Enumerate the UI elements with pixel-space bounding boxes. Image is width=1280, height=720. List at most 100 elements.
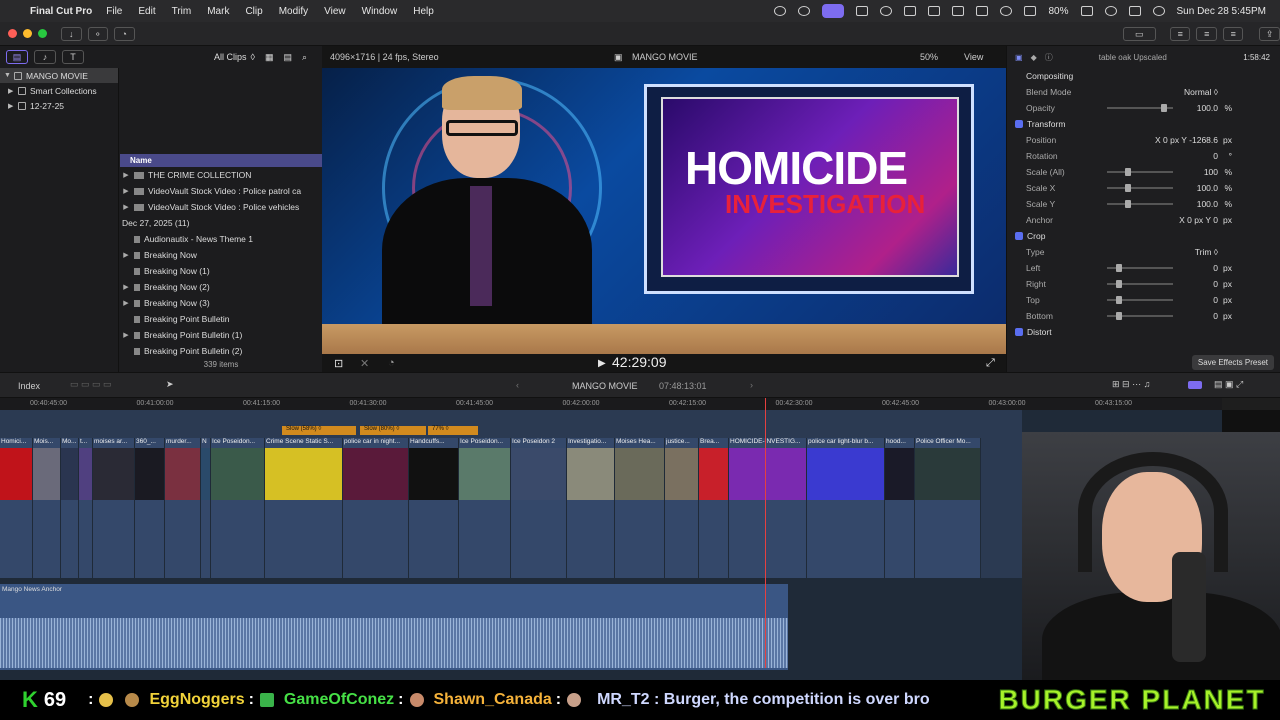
menu-clip[interactable]: Clip [245,6,262,17]
siri-icon[interactable] [1152,6,1165,16]
close-window-button[interactable] [8,29,17,38]
titles-icon[interactable]: T [62,50,84,64]
enable-checkbox[interactable] [1015,328,1023,336]
library-item[interactable]: ▶ Smart Collections [0,83,118,98]
timeline-clip[interactable]: murder... [165,438,201,578]
app-menu[interactable]: Final Cut Pro [30,6,92,17]
wifi-icon[interactable] [1024,6,1037,16]
filmstrip-view-icon[interactable]: ▦ [265,52,274,63]
slider-knob[interactable] [1116,296,1122,304]
param-slider[interactable] [1107,104,1173,112]
fullscreen-icon[interactable]: ⤢ [986,357,995,370]
datetime[interactable]: Sun Dec 28 5:45PM [1177,6,1267,17]
libraries-icon[interactable]: ▤ [6,50,28,64]
video-inspector-icon[interactable]: ▣ [1015,53,1023,62]
select-tool-icon[interactable]: ➤ [166,379,174,390]
slider-knob[interactable] [1116,264,1122,272]
timeline-clip[interactable]: HOMICIDE-INVESTIG... [729,438,807,578]
timeline-clip[interactable]: Ice Poseidon... [211,438,265,578]
clip-filter[interactable]: All Clips [214,52,247,62]
list-item[interactable]: ▼Dec 27, 2025 (11) [120,215,322,231]
bluetooth-icon[interactable] [976,6,989,16]
inspector-section[interactable]: Compositing [1007,68,1280,84]
menu-file[interactable]: File [106,6,122,17]
library-item[interactable]: ▼ MANGO MOVIE [0,68,118,83]
status-icon[interactable] [798,6,811,16]
background-tasks-button[interactable]: ◔ [114,26,135,41]
edit-tools-icons[interactable]: ▭ ▭ ▭ ▭ [70,379,112,390]
timeline-toggle-button[interactable]: ≡ [1196,26,1217,41]
param-value[interactable]: 0 [1213,263,1218,273]
timeline-clip[interactable]: 360_... [135,438,165,578]
keywords-button[interactable]: ⚬ [87,26,108,41]
index-button[interactable]: Index [18,381,40,391]
timeline-clip[interactable]: Crime Scene Static S... [265,438,343,578]
forward-icon[interactable]: › [750,380,753,390]
param-value[interactable]: 100 [1204,167,1218,177]
menu-mark[interactable]: Mark [207,6,229,17]
play-button[interactable]: ▶ [598,358,606,369]
display-icon[interactable] [856,6,869,16]
timeline-clip[interactable]: t... [79,438,93,578]
zoom-window-button[interactable] [38,29,47,38]
section-header[interactable]: Transform [1015,119,1065,129]
param-value[interactable]: 100.0 [1197,103,1218,113]
param-value[interactable]: Normal ◊ [1184,87,1218,97]
screen-record-icon[interactable] [822,4,845,18]
section-header[interactable]: Crop [1015,231,1045,241]
timeline-clip[interactable]: moises ar... [93,438,135,578]
param-slider[interactable] [1107,312,1173,320]
timeline-clip[interactable]: police car in night... [343,438,409,578]
menu-window[interactable]: Window [362,6,398,17]
list-item[interactable]: Audionautix - News Theme 1 [120,231,322,247]
timeline-clip[interactable]: Homici... [0,438,33,578]
info-inspector-icon[interactable]: ⓘ [1045,52,1053,63]
list-item[interactable]: Breaking Now (1) [120,263,322,279]
timeline-clip[interactable]: Investigatio... [567,438,615,578]
save-effects-preset-button[interactable]: Save Effects Preset [1191,355,1274,370]
list-item[interactable]: ▶ Breaking Now [120,247,322,263]
timeline-clip[interactable]: N [201,438,211,578]
audio-clip[interactable]: Mango News Anchor [0,584,788,670]
playhead[interactable] [765,398,766,668]
retime-bar[interactable]: Slow (80%) ◊ [360,426,426,435]
timeline-clip[interactable]: Police Officer Mo... [915,438,981,578]
color-inspector-icon[interactable]: ◆ [1031,53,1037,62]
timeline-clip[interactable]: Mo... [61,438,79,578]
timeline-clip[interactable]: Moises Hea... [615,438,665,578]
slider-knob[interactable] [1161,104,1167,112]
retime-bar[interactable]: 77% ◊ [428,426,478,435]
timeline-clip[interactable]: police car light-blur b... [807,438,885,578]
list-item[interactable]: Breaking Point Bulletin (2) [120,343,322,359]
play-icon[interactable] [880,6,893,16]
menu-help[interactable]: Help [413,6,434,17]
param-value[interactable]: 0 [1213,151,1218,161]
param-value[interactable]: 0 [1213,279,1218,289]
inspector-section[interactable]: Transform [1007,116,1280,132]
section-header[interactable]: Compositing [1026,71,1073,81]
retime-bar[interactable]: Slow (58%) ◊ [282,426,356,435]
library-item[interactable]: ▶ 12-27-25 [0,98,118,113]
timeline-clip[interactable]: Brea... [699,438,729,578]
share-button[interactable]: ⇪ [1259,26,1280,41]
enhance-icon[interactable]: ✕ [360,357,369,370]
column-header-name[interactable]: Name [120,154,322,167]
list-view-icon[interactable]: ▤ [283,52,292,63]
enable-checkbox[interactable] [1015,232,1023,240]
timeline-project[interactable]: MANGO MOVIE [572,381,638,391]
timeline-clip[interactable]: Mois... [33,438,61,578]
transform-tool-icon[interactable]: ⊡ [334,357,343,370]
list-item[interactable]: ▶ THE CRIME COLLECTION [120,167,322,183]
param-value[interactable]: Trim ◊ [1195,247,1218,257]
param-slider[interactable] [1107,280,1173,288]
photos-audio-icon[interactable]: ♪ [34,50,56,64]
search-icon[interactable]: ⌕ [302,52,307,63]
enable-checkbox[interactable] [1015,120,1023,128]
param-value[interactable]: X 0 px Y -1268.6 [1155,135,1218,145]
import-button[interactable]: ↓ [61,26,82,41]
menu-modify[interactable]: Modify [279,6,308,17]
section-header[interactable]: Distort [1015,327,1052,337]
param-slider[interactable] [1107,296,1173,304]
slider-knob[interactable] [1116,312,1122,320]
param-value[interactable]: 0 [1213,311,1218,321]
